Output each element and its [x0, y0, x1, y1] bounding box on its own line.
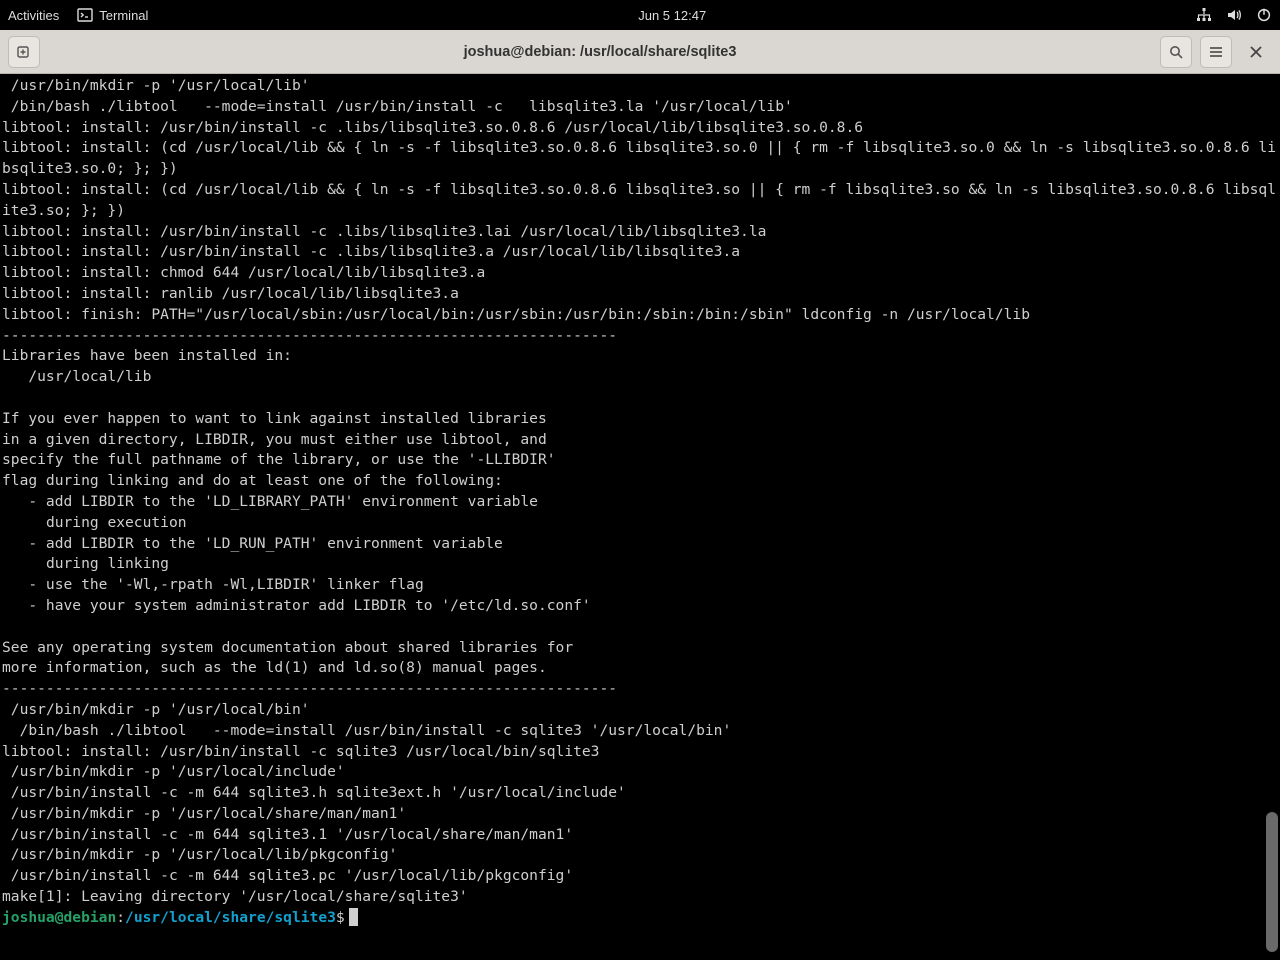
active-app-indicator[interactable]: Terminal [77, 7, 148, 23]
power-icon[interactable] [1256, 7, 1272, 23]
search-button[interactable] [1160, 36, 1192, 68]
terminal-viewport[interactable]: /usr/bin/mkdir -p '/usr/local/lib' /bin/… [0, 74, 1280, 960]
terminal-output: /usr/bin/mkdir -p '/usr/local/lib' /bin/… [2, 77, 1276, 905]
terminal-scrollbar[interactable] [1266, 74, 1278, 960]
terminal-cursor [349, 908, 358, 926]
active-app-name: Terminal [99, 8, 148, 23]
gnome-top-bar: Activities Terminal Jun 5 12:47 [0, 0, 1280, 30]
shell-prompt: joshua@debian:/usr/local/share/sqlite3$ [2, 909, 358, 926]
activities-button[interactable]: Activities [8, 8, 59, 23]
volume-icon[interactable] [1226, 7, 1242, 23]
close-icon [1249, 45, 1263, 59]
window-title: joshua@debian: /usr/local/share/sqlite3 [40, 44, 1160, 60]
close-button[interactable] [1240, 36, 1272, 68]
network-icon[interactable] [1196, 7, 1212, 23]
scrollbar-thumb[interactable] [1266, 812, 1278, 952]
menu-button[interactable] [1200, 36, 1232, 68]
prompt-user: joshua [2, 909, 55, 926]
prompt-host: debian [64, 909, 117, 926]
prompt-path: /usr/local/share/sqlite3 [125, 909, 336, 926]
terminal-icon [77, 7, 93, 23]
search-icon [1168, 44, 1184, 60]
hamburger-icon [1208, 44, 1224, 60]
window-titlebar: joshua@debian: /usr/local/share/sqlite3 [0, 30, 1280, 74]
clock[interactable]: Jun 5 12:47 [148, 8, 1196, 23]
new-tab-button[interactable] [8, 36, 40, 68]
